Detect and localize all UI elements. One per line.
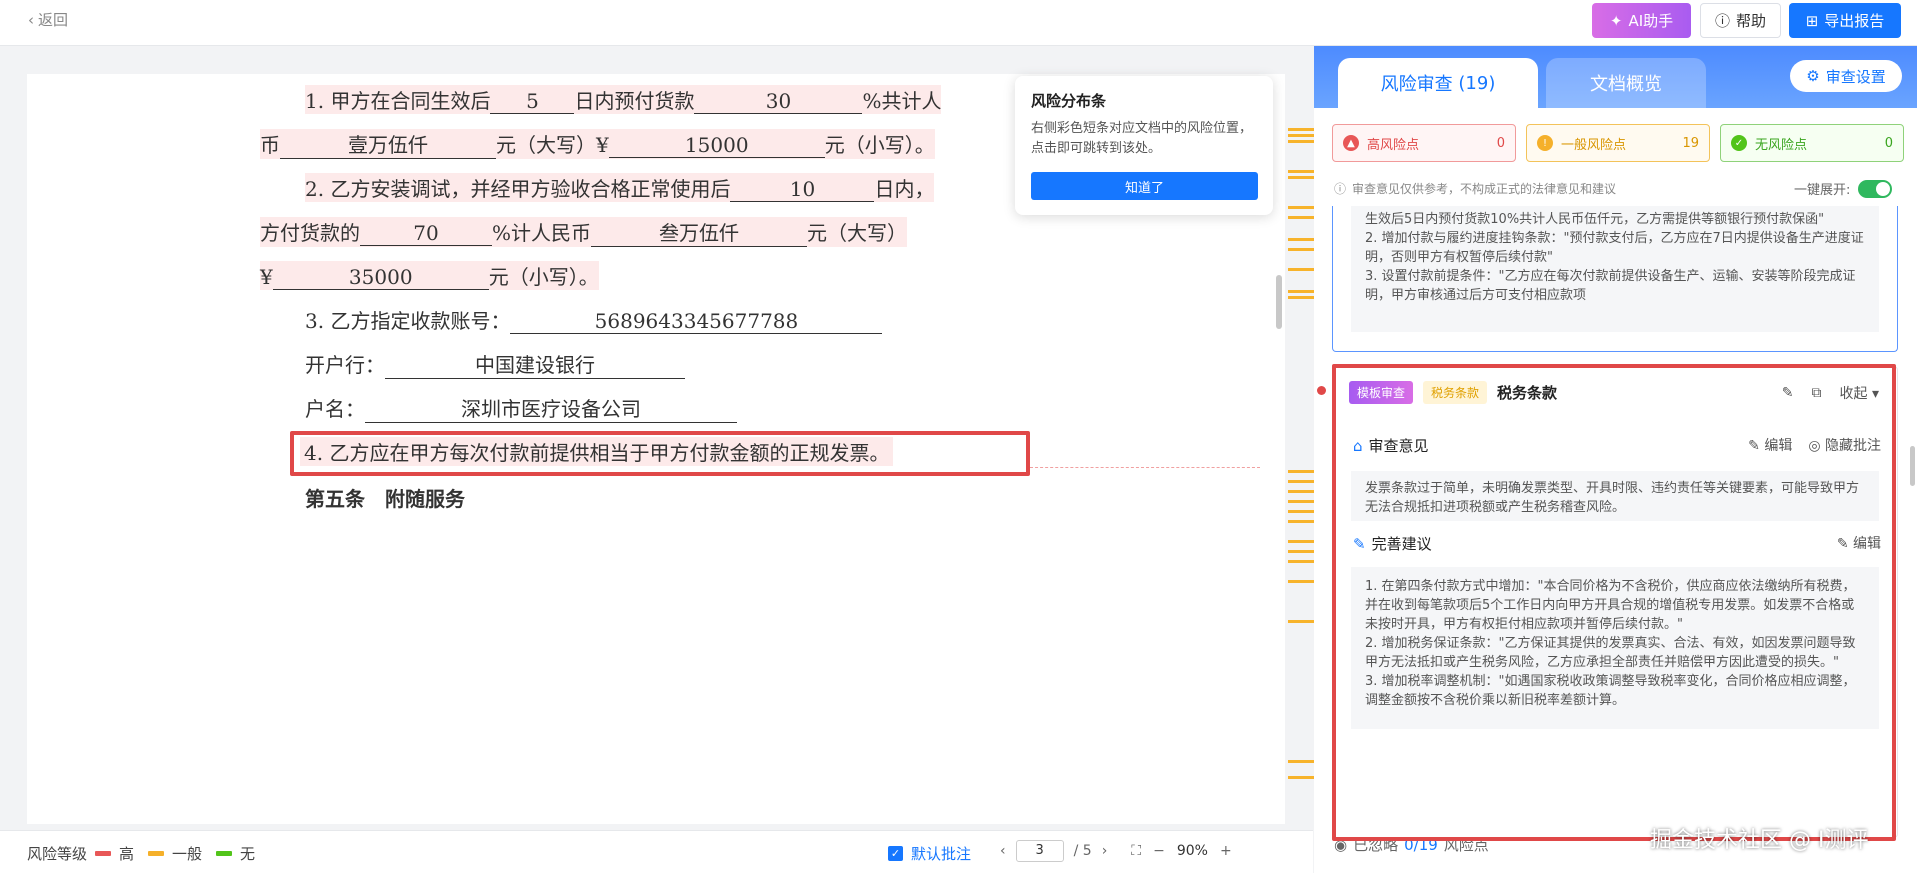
- risk-strip-mark[interactable]: [1288, 296, 1314, 299]
- risk-strip-mark[interactable]: [1288, 134, 1314, 137]
- risk-strip-mark[interactable]: [1288, 500, 1314, 503]
- risk-card-high[interactable]: ▲ 高风险点 0: [1332, 124, 1516, 162]
- risk-strip-mark[interactable]: [1288, 170, 1314, 173]
- risk-strip-mark[interactable]: [1288, 550, 1314, 553]
- risk-strip-mark[interactable]: [1288, 760, 1314, 763]
- fullscreen-icon[interactable]: ⛶: [1131, 843, 1141, 859]
- legend-high-swatch: [95, 851, 112, 856]
- checkbox-checked-icon[interactable]: ✓: [888, 846, 903, 861]
- next-page-icon[interactable]: ›: [1102, 843, 1108, 859]
- disclaimer: ⓘ 审查意见仅供参考，不构成正式的法律意见和建议: [1334, 182, 1617, 196]
- highlight-box-tax-card: [1332, 364, 1896, 841]
- tab-risk-review[interactable]: 风险审查 (19): [1338, 58, 1538, 108]
- doc-line-1[interactable]: 1. 甲方在合同生效后 5 日内预付货款 30 %共计人: [305, 85, 942, 114]
- legend-none-swatch: [216, 851, 233, 856]
- risk-strip-mark[interactable]: [1288, 216, 1314, 219]
- risk-strip-mark[interactable]: [1288, 206, 1314, 209]
- page-input[interactable]: 3: [1015, 840, 1064, 862]
- panel-scrollbar[interactable]: [1910, 446, 1915, 486]
- risk-strip-mark[interactable]: [1288, 140, 1314, 143]
- suggestion-text: 生效后5日内预付货款10%共计人民币伍仟元，乙方需提供等额银行预付款保函" 2.…: [1351, 206, 1879, 332]
- connector-line: [1030, 467, 1260, 468]
- risk-strip-tooltip: 风险分布条 右侧彩色短条对应文档中的风险位置，点击即可跳转到该处。 知道了: [1015, 76, 1273, 215]
- tooltip-title: 风险分布条: [1031, 92, 1107, 110]
- risk-card-payment: 生效后5日内预付货款10%共计人民币伍仟元，乙方需提供等额银行预付款保函" 2.…: [1332, 206, 1898, 352]
- page-navigator: ‹ 3 / 5 › ⛶ − 90% +: [1000, 840, 1232, 862]
- risk-strip-mark[interactable]: [1288, 490, 1314, 493]
- doc-line-8: 户名： 深圳市医疗设备公司: [305, 393, 737, 423]
- export-report-button[interactable]: ⊞ 导出报告: [1789, 3, 1901, 38]
- bottom-bar: 风险等级 高 一般 无 ✓ 默认批注 ‹ 3 / 5 › ⛶ − 90% +: [0, 830, 1313, 873]
- risk-strip-mark[interactable]: [1288, 128, 1314, 131]
- tab-document-overview[interactable]: 文档概览: [1546, 58, 1706, 108]
- risk-strip-mark[interactable]: [1288, 560, 1314, 563]
- doc-line-4[interactable]: 方付货款的 70 %计人民币 叁万伍仟 元（大写）: [260, 217, 908, 247]
- highlight-box-invoice-clause: [290, 431, 1030, 476]
- tooltip-text: 右侧彩色短条对应文档中的风险位置，点击即可跳转到该处。: [1031, 121, 1253, 156]
- chevron-left-icon: ‹: [28, 10, 34, 29]
- expand-all-control: 一键展开:: [1794, 179, 1893, 198]
- settings-icon: ⚙: [1806, 67, 1820, 85]
- doc-line-6: 3. 乙方指定收款账号： 5689643345677788: [305, 305, 883, 334]
- zoom-out-icon[interactable]: −: [1153, 843, 1165, 859]
- top-bar: ‹ 返回 ✦ AI助手 ⓘ 帮助 ⊞ 导出报告: [0, 0, 1917, 46]
- help-button[interactable]: ⓘ 帮助: [1700, 3, 1781, 38]
- risk-strip-mark[interactable]: [1288, 580, 1314, 583]
- fire-icon: ▲: [1343, 135, 1359, 151]
- risk-strip-mark[interactable]: [1288, 776, 1314, 779]
- doc-line-3[interactable]: 2. 乙方安装调试，并经甲方验收合格正常使用后 10 日内，: [305, 173, 935, 202]
- risk-strip-mark[interactable]: [1288, 290, 1314, 293]
- review-settings-button[interactable]: ⚙ 审查设置: [1790, 60, 1902, 92]
- got-it-button[interactable]: 知道了: [1031, 172, 1258, 200]
- expand-all-toggle[interactable]: [1858, 179, 1893, 198]
- prev-page-icon[interactable]: ‹: [1000, 843, 1006, 859]
- doc-section-heading: 第五条 附随服务: [305, 487, 465, 511]
- ai-assistant-button[interactable]: ✦ AI助手: [1592, 3, 1691, 38]
- watermark: 掘金技术社区 @ I测评: [1650, 828, 1869, 853]
- doc-line-7: 开户行： 中国建设银行: [305, 349, 685, 379]
- export-icon: ⊞: [1805, 11, 1819, 30]
- risk-summary: ▲ 高风险点 0 ! 一般风险点 19 ✓ 无风险点 0: [1332, 124, 1904, 162]
- question-circle-icon: ⓘ: [1714, 12, 1730, 30]
- legend-mid-swatch: [148, 851, 165, 856]
- risk-strip-mark[interactable]: [1288, 510, 1314, 513]
- doc-line-2[interactable]: 币壹万伍仟 元（大写）¥ 15000 元（小写）。: [260, 129, 935, 159]
- risk-strip-mark[interactable]: [1288, 248, 1314, 251]
- risk-legend: 风险等级 高 一般 无: [27, 845, 256, 863]
- check-circle-icon: ✓: [1731, 135, 1747, 151]
- info-icon: ⓘ: [1334, 182, 1347, 196]
- risk-distribution-strip[interactable]: [1288, 120, 1314, 800]
- risk-strip-mark[interactable]: [1288, 520, 1314, 523]
- risk-strip-mark[interactable]: [1288, 470, 1314, 473]
- risk-strip-mark[interactable]: [1288, 176, 1314, 179]
- risk-strip-mark[interactable]: [1288, 238, 1314, 241]
- annotation-anchor-dot: [1317, 386, 1326, 395]
- zoom-level: 90%: [1176, 843, 1208, 859]
- default-annotation-toggle[interactable]: ✓ 默认批注: [888, 843, 971, 864]
- risk-strip-mark[interactable]: [1288, 268, 1314, 271]
- risk-card-none[interactable]: ✓ 无风险点 0: [1720, 124, 1904, 162]
- document-scrollbar[interactable]: [1276, 275, 1282, 329]
- back-button[interactable]: ‹ 返回: [28, 9, 68, 30]
- doc-line-5[interactable]: ¥35000 元（小写）。: [260, 261, 599, 290]
- ai-sparkle-icon: ✦: [1609, 11, 1623, 30]
- risk-strip-mark[interactable]: [1288, 480, 1314, 483]
- risk-strip-mark[interactable]: [1288, 540, 1314, 543]
- risk-strip-mark[interactable]: [1288, 620, 1314, 623]
- risk-card-medium[interactable]: ! 一般风险点 19: [1526, 124, 1710, 162]
- shield-warning-icon: !: [1537, 135, 1553, 151]
- zoom-in-icon[interactable]: +: [1220, 843, 1232, 859]
